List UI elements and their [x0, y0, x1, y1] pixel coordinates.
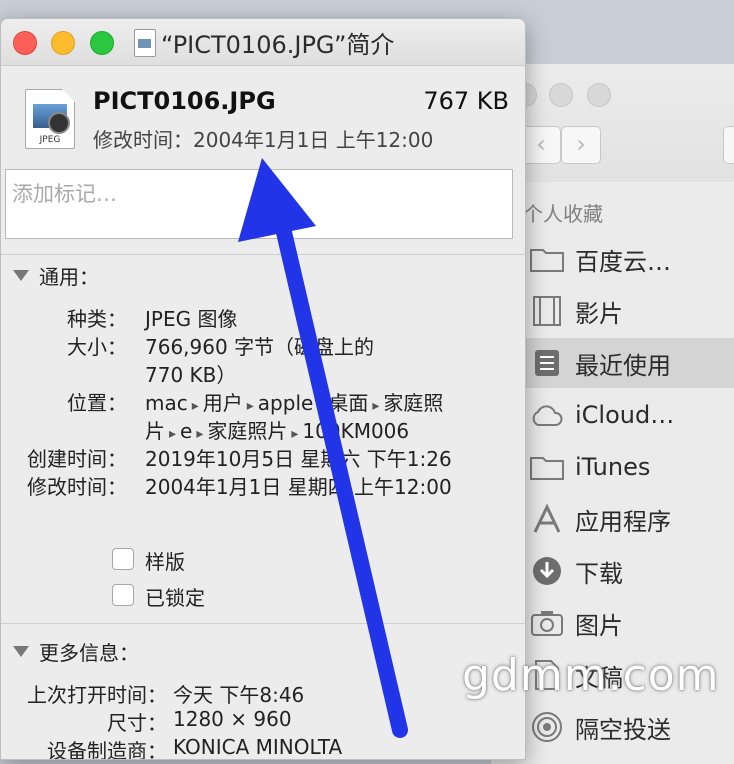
annotation-arrow [238, 158, 408, 738]
arrow-shaft [275, 220, 408, 738]
arrow-head [238, 158, 316, 242]
watermark: gdmm.com [462, 650, 720, 701]
